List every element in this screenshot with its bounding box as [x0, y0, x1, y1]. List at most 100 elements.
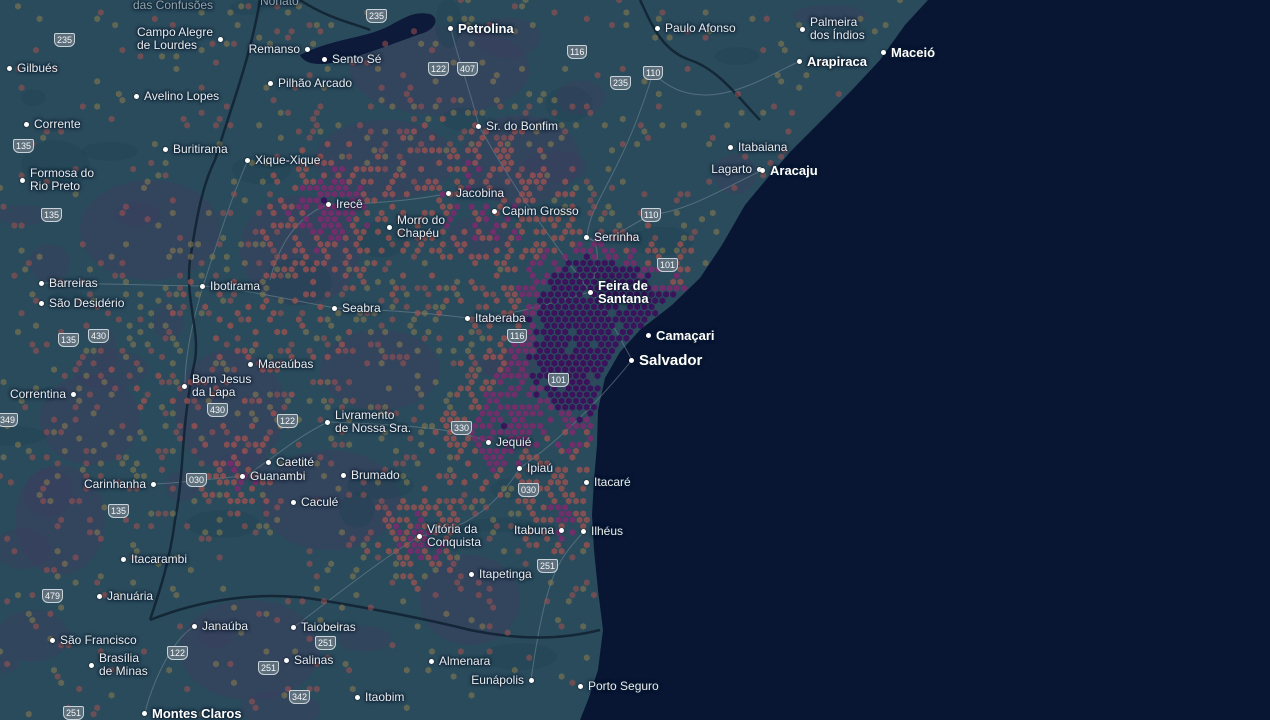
city-marker[interactable]: Macaúbas: [248, 357, 318, 371]
city-marker[interactable]: Caetité: [266, 455, 319, 469]
density-hex: [551, 309, 558, 317]
city-marker[interactable]: Jequié: [486, 435, 536, 449]
density-hex: [447, 391, 453, 398]
density-hex: [537, 146, 543, 154]
density-hex: [389, 278, 396, 286]
city-marker[interactable]: Pilhão Arcado: [268, 76, 357, 90]
city-marker[interactable]: Xique-Xique: [245, 153, 325, 167]
city-marker[interactable]: Brumado: [341, 468, 405, 482]
city-marker[interactable]: Paulo Afonso: [655, 21, 741, 35]
city-marker[interactable]: Itaobim: [355, 690, 409, 704]
density-hex: [72, 579, 79, 586]
density-hex: [133, 385, 140, 392]
density-hex: [450, 109, 457, 117]
density-hex: [432, 178, 439, 186]
density-hex: [673, 209, 680, 217]
city-marker[interactable]: das Confusões: [128, 0, 218, 12]
city-marker[interactable]: Capim Grosso: [492, 204, 584, 218]
density-hex: [511, 303, 518, 311]
city-marker[interactable]: Itapetinga: [469, 567, 537, 581]
density-hex: [173, 341, 180, 348]
city-marker[interactable]: Montes Claros: [142, 707, 247, 720]
density-hex: [555, 478, 561, 486]
city-marker[interactable]: São Desidério: [39, 296, 129, 310]
density-hex: [403, 240, 410, 248]
city-marker[interactable]: Porto Seguro: [578, 679, 664, 693]
density-hex: [526, 453, 533, 461]
density-hex: [537, 410, 543, 417]
density-hex: [22, 403, 29, 411]
city-marker[interactable]: Ipiaú: [517, 461, 558, 475]
city-marker[interactable]: Camaçari: [646, 329, 720, 342]
city-marker[interactable]: Vitória da Conquista: [417, 523, 486, 549]
city-marker[interactable]: Formosa do Rio Preto: [20, 167, 99, 193]
city-marker[interactable]: Corrente: [24, 117, 86, 131]
city-marker[interactable]: Sento Sé: [322, 52, 386, 66]
city-marker[interactable]: Janaúba: [192, 619, 253, 633]
density-hex: [558, 447, 565, 455]
city-marker[interactable]: Bom Jesus da Lapa: [182, 373, 256, 399]
city-marker[interactable]: Eunápolis: [466, 673, 534, 687]
density-hex: [310, 115, 317, 123]
density-hex: [54, 522, 61, 530]
density-hex: [544, 397, 551, 405]
city-name: Feira de Santana: [598, 278, 649, 306]
city-marker[interactable]: Taiobeiras: [291, 620, 361, 634]
city-marker[interactable]: Almenara: [429, 654, 495, 668]
city-marker[interactable]: Sr. do Bonfim: [476, 119, 563, 133]
city-marker[interactable]: São Francisco: [50, 633, 142, 647]
density-hex: [184, 685, 191, 693]
city-marker[interactable]: Feira de Santana: [588, 279, 654, 305]
density-hex: [360, 491, 367, 499]
city-marker[interactable]: Barreiras: [39, 276, 103, 290]
city-marker[interactable]: Morro do Chapéu: [387, 214, 450, 240]
city-marker[interactable]: Itacaré: [584, 475, 636, 489]
city-marker[interactable]: Lagarto: [706, 162, 762, 176]
density-hex: [447, 203, 453, 211]
city-marker[interactable]: Petrolina: [448, 22, 519, 35]
city-marker[interactable]: Ilhéus: [581, 524, 628, 538]
city-marker[interactable]: Januária: [97, 589, 158, 603]
city-marker[interactable]: Carinhanha: [79, 477, 156, 491]
city-marker[interactable]: Nonato: [255, 0, 304, 8]
density-hex: [735, 90, 741, 98]
density-hex: [249, 698, 255, 705]
density-hex: [479, 109, 486, 117]
density-hex: [573, 309, 579, 317]
density-hex: [475, 140, 482, 148]
city-marker[interactable]: Itacarambi: [121, 552, 192, 566]
city-marker[interactable]: Seabra: [332, 301, 386, 315]
city-marker[interactable]: Remanso: [244, 42, 310, 56]
city-marker[interactable]: Brasília de Minas: [89, 652, 153, 678]
density-hex: [328, 397, 335, 405]
city-marker[interactable]: Itaberaba: [465, 311, 531, 325]
city-marker[interactable]: Gilbués: [7, 61, 63, 75]
city-marker[interactable]: Itabaiana: [728, 140, 792, 154]
city-marker[interactable]: Maceió: [881, 46, 940, 59]
city-marker[interactable]: Irecê: [326, 197, 368, 211]
city-marker[interactable]: Caculé: [291, 495, 343, 509]
city-marker[interactable]: Livramento de Nossa Sra.: [325, 409, 416, 435]
city-marker[interactable]: Salvador: [629, 353, 707, 368]
city-marker[interactable]: Ibotirama: [200, 279, 265, 293]
density-hex: [533, 353, 540, 361]
city-marker[interactable]: Correntina: [5, 387, 76, 401]
city-marker[interactable]: Itabuna: [509, 523, 564, 537]
density-hex: [569, 103, 576, 110]
city-marker[interactable]: Serrinha: [584, 230, 644, 244]
density-hex: [443, 610, 450, 618]
density-hex: [396, 541, 403, 549]
city-marker[interactable]: Guanambi: [240, 469, 310, 483]
city-marker[interactable]: Aracaju: [760, 164, 823, 177]
city-marker[interactable]: Jacobina: [446, 186, 509, 200]
city-marker[interactable]: Arapiraca: [797, 55, 872, 68]
map-canvas[interactable]: 235 235 116 122 407 110 235 135 135 110 101 116 430 1…: [0, 0, 1270, 720]
city-marker[interactable]: Salinas: [284, 653, 338, 667]
density-hex: [483, 403, 489, 411]
city-marker[interactable]: Avelino Lopes: [134, 89, 224, 103]
city-marker[interactable]: Campo Alegre de Lourdes: [132, 26, 223, 52]
city-marker[interactable]: Palmeira dos Índios: [800, 16, 870, 42]
density-hex: [447, 478, 453, 486]
highway-shield: 235: [54, 33, 76, 47]
city-marker[interactable]: Buritirama: [163, 142, 233, 156]
